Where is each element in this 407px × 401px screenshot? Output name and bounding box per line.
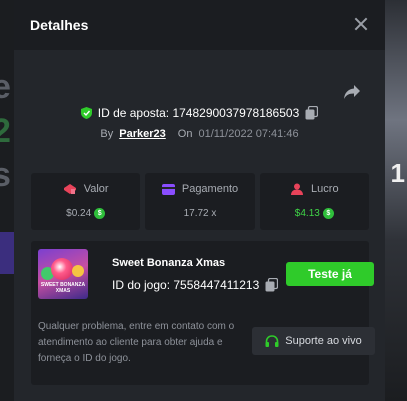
stat-label: Valor [83,183,109,195]
stat-value: $4.13 [294,208,320,219]
headset-icon [265,334,279,347]
live-support-button[interactable]: Suporte ao vivo [252,327,375,355]
stat-label: Lucro [311,183,339,195]
coin-icon: $ [94,208,106,219]
stat-head: Lucro [260,183,369,195]
shield-check-icon [80,107,92,119]
profit-icon [291,183,304,195]
username-link[interactable]: Parker23 [119,128,166,140]
background-left-panel: e 2 s [0,0,14,401]
coin-icon: $ [322,208,334,219]
payout-card-icon [161,183,175,195]
bet-date: 01/11/2022 07:41:46 [198,128,299,140]
candy-decoration [72,265,84,277]
modal-title: Detalhes [30,17,89,33]
game-card: SWEET BONANZA XMAS Sweet Bonanza Xmas ID… [31,241,375,385]
stat-card-payout: Pagamento 17.72 x [145,173,255,230]
game-thumbnail: SWEET BONANZA XMAS [38,249,88,299]
game-name: Sweet Bonanza Xmas [112,257,226,269]
help-text: Qualquer problema, entre em contato com … [38,321,235,364]
candy-decoration [51,258,73,280]
try-game-button[interactable]: Teste já [286,262,374,286]
support-button-label: Suporte ao vivo [285,335,362,347]
bet-id-row: ID de aposta: 1748290037978186503 [14,106,385,120]
modal-header: Detalhes [14,0,385,50]
share-icon[interactable] [343,84,361,100]
game-thumbnail-label: SWEET BONANZA XMAS [40,282,86,294]
stat-value: 17.72 x [183,208,217,219]
game-id-row: ID do jogo: 7558447411213 [112,278,279,292]
on-label: On [177,128,193,140]
stat-head: Pagamento [145,183,254,195]
stats-row: Valor $0.24 $ Pagamento 17.72 x Lucro $4… [31,173,369,230]
stat-value-row: $4.13 $ [260,208,369,219]
stat-value-row: 17.72 x [145,208,254,219]
bet-info: ID de aposta: 1748290037978186503 By Par… [14,50,385,160]
background-char: s [0,156,11,194]
author-row: By Parker23 On 01/11/2022 07:41:46 [14,128,385,140]
copy-icon[interactable] [265,278,279,292]
background-char: 1 [390,158,405,188]
background-right-panel: 1 [385,0,407,401]
stat-label: Pagamento [181,183,239,195]
stat-head: Valor [31,183,140,195]
stat-value: $0.24 [66,208,92,219]
background-char: e [0,68,11,106]
stat-card-wager: Valor $0.24 $ [31,173,141,230]
by-label: By [100,128,114,140]
bet-details-modal: Detalhes ID de aposta: 17482900379781865… [14,0,385,401]
game-id-label: ID do jogo: 7558447411213 [112,278,260,292]
bet-id-label: ID de aposta: 1748290037978186503 [97,106,300,120]
close-icon[interactable] [353,16,369,32]
background-char: 2 [0,112,11,150]
copy-icon[interactable] [305,106,319,120]
stat-card-profit: Lucro $4.13 $ [259,173,369,230]
stat-value-row: $0.24 $ [31,208,140,219]
wager-icon [63,184,76,194]
background-banner-strip [0,232,14,274]
